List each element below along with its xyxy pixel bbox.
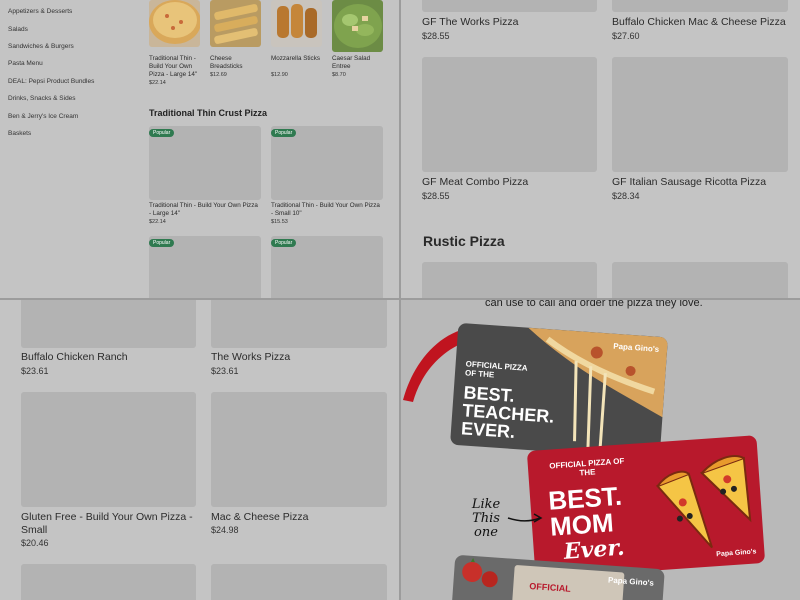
item-name: Gluten Free - Build Your Own Pizza - Sma… <box>21 511 193 536</box>
card-subtitle: OFFICIAL PIZZA OF THE <box>549 456 625 478</box>
tomato-icon <box>462 557 498 588</box>
item-name: Cheese Breadsticks <box>210 55 243 70</box>
item-image-placeholder <box>211 392 387 507</box>
card-script-text: Ever. <box>563 534 626 565</box>
category-pepsi-deal[interactable]: DEAL: Pepsi Product Bundles <box>8 78 94 85</box>
item-name: Buffalo Chicken Ranch <box>21 351 128 363</box>
item-name: Caesar Salad Entree <box>332 55 371 70</box>
item-name: Traditional Thin - Build Your Own Pizza … <box>149 55 198 78</box>
category-ice-cream[interactable]: Ben & Jerry's Ice Cream <box>8 113 78 120</box>
item-image-placeholder <box>612 57 788 172</box>
item-price: $28.55 <box>422 191 450 201</box>
promo-caption: can use to call and order the pizza they… <box>485 300 703 309</box>
menu-panel-top-right: GF The Works Pizza $28.55 Buffalo Chicke… <box>401 0 800 298</box>
item-price: $28.55 <box>422 31 450 41</box>
menu-panel-top-left: Appetizers & Desserts Salads Sandwiches … <box>0 0 399 298</box>
item-price: $24.98 <box>211 525 239 535</box>
gift-card-promo-panel: can use to call and order the pizza they… <box>401 300 800 600</box>
item-price: $20.46 <box>21 538 49 548</box>
section-heading: Rustic Pizza <box>423 233 505 249</box>
item-name: Traditional Thin - Build Your Own Pizza … <box>271 202 380 217</box>
item-price: $27.60 <box>612 31 640 41</box>
item-price: $23.61 <box>21 366 49 376</box>
item-name: Traditional Thin - Build Your Own Pizza … <box>149 202 258 217</box>
item-price: $23.61 <box>211 366 239 376</box>
category-baskets[interactable]: Baskets <box>8 130 31 137</box>
item-name: Mozzarella Sticks <box>271 55 320 62</box>
brand-logo: Papa Gino's <box>716 548 757 559</box>
salad-photo <box>334 4 382 48</box>
item-price: $12.69 <box>210 72 227 78</box>
item-price: $28.34 <box>612 191 640 201</box>
breadsticks-image <box>210 0 261 47</box>
item-price: $15.53 <box>271 219 288 225</box>
item-price: $22.14 <box>149 80 166 86</box>
category-drinks[interactable]: Drinks, Snacks & Sides <box>8 95 76 102</box>
item-image-placeholder <box>271 126 383 200</box>
item-image-placeholder[interactable] <box>422 262 597 298</box>
category-sandwiches[interactable]: Sandwiches & Burgers <box>8 43 74 50</box>
item-price: $22.14 <box>149 219 166 225</box>
item-image-placeholder <box>211 300 387 348</box>
menu-panel-bottom-left: Buffalo Chicken Ranch $23.61 The Works P… <box>0 300 399 600</box>
item-image-placeholder <box>21 392 196 507</box>
cartoon-pizza-icon <box>655 455 752 549</box>
card-title: BEST. TEACHER. EVER. <box>460 382 555 443</box>
section-heading: Traditional Thin Crust Pizza <box>149 108 268 118</box>
mom-gift-card: OFFICIAL PIZZA OF THE BEST. MOM Ever. Pa… <box>526 435 766 579</box>
item-image-placeholder <box>422 57 597 172</box>
salad-image <box>332 0 383 52</box>
category-salads[interactable]: Salads <box>8 26 28 33</box>
item-image-placeholder[interactable] <box>211 564 387 600</box>
mozzarella-photo <box>277 4 317 38</box>
item-image-placeholder[interactable] <box>612 262 788 298</box>
pizza-photo <box>149 0 201 44</box>
item-price: $12.90 <box>271 72 288 78</box>
category-pasta[interactable]: Pasta Menu <box>8 60 43 67</box>
arrow-icon <box>507 513 543 523</box>
item-image-placeholder <box>612 0 788 12</box>
handwritten-annotation: Like This one <box>471 497 501 540</box>
item-image-placeholder <box>422 0 597 12</box>
mozzarella-image <box>271 0 322 47</box>
popular-badge: Popular <box>149 239 175 247</box>
item-name: GF Italian Sausage Ricotta Pizza <box>612 176 767 188</box>
breadsticks-photo <box>214 4 258 44</box>
popular-badge: Popular <box>271 239 297 247</box>
teacher-gift-card: Papa Gino's OFFICIAL PIZZA OF THE BEST. … <box>450 322 668 460</box>
item-name: GF The Works Pizza <box>422 16 519 28</box>
item-price: $8.70 <box>332 72 346 78</box>
popular-badge: Popular <box>149 129 175 137</box>
item-image-placeholder <box>21 300 196 348</box>
popular-badge: Popular <box>271 129 297 137</box>
item-name: Mac & Cheese Pizza <box>211 511 309 523</box>
item-image-placeholder <box>149 126 261 200</box>
pizza-image <box>149 0 201 47</box>
category-appetizers[interactable]: Appetizers & Desserts <box>8 8 72 15</box>
item-image-placeholder[interactable] <box>21 564 196 600</box>
item-name: GF Meat Combo Pizza <box>422 176 529 188</box>
item-name: Buffalo Chicken Mac & Cheese Pizza <box>612 16 786 28</box>
item-name: The Works Pizza <box>211 351 291 363</box>
